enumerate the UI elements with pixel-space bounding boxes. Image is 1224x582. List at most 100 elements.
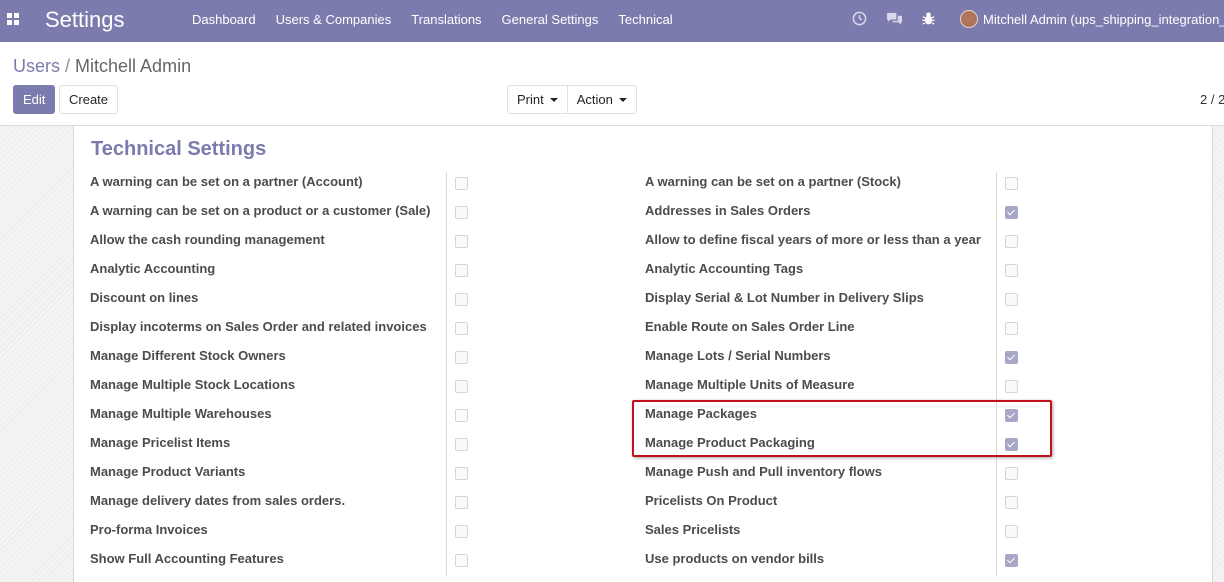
setting-checkbox[interactable] xyxy=(455,467,468,480)
setting-row: Display Serial & Lot Number in Delivery … xyxy=(645,289,1021,318)
setting-label: Manage Product Variants xyxy=(90,464,246,479)
setting-checkbox[interactable] xyxy=(1005,264,1018,277)
setting-label: Allow to define fiscal years of more or … xyxy=(645,232,981,247)
activity-clock-icon[interactable] xyxy=(852,11,867,26)
setting-row: Allow the cash rounding management xyxy=(90,231,471,260)
setting-row: Manage Multiple Stock Locations xyxy=(90,376,471,405)
setting-row: A warning can be set on a partner (Accou… xyxy=(90,173,471,202)
create-button[interactable]: Create xyxy=(59,85,119,114)
setting-checkbox[interactable] xyxy=(455,235,468,248)
setting-row: Analytic Accounting Tags xyxy=(645,260,1021,289)
setting-checkbox[interactable] xyxy=(455,496,468,509)
setting-checkbox[interactable] xyxy=(1005,380,1018,393)
user-avatar xyxy=(960,10,978,28)
menu-general-settings[interactable]: General Settings xyxy=(492,0,609,42)
action-dropdown-button[interactable]: Action xyxy=(567,85,637,114)
breadcrumb-separator: / xyxy=(65,56,71,76)
setting-label: A warning can be set on a partner (Stock… xyxy=(645,174,901,189)
apps-grid-icon[interactable] xyxy=(7,13,20,26)
setting-label: Manage Multiple Warehouses xyxy=(90,406,272,421)
setting-label: Pricelists On Product xyxy=(645,493,778,508)
setting-row: Use products on vendor bills xyxy=(645,550,1021,579)
highlight-annotation-box xyxy=(632,400,1052,457)
setting-row: Analytic Accounting xyxy=(90,260,471,289)
breadcrumb: Users / Mitchell Admin xyxy=(13,55,191,77)
setting-label: Show Full Accounting Features xyxy=(90,551,284,566)
setting-checkbox[interactable] xyxy=(455,264,468,277)
setting-row: Manage Pricelist Items xyxy=(90,434,471,463)
setting-label: Display incoterms on Sales Order and rel… xyxy=(90,319,427,334)
setting-label: Enable Route on Sales Order Line xyxy=(645,319,855,334)
setting-row: Manage Different Stock Owners xyxy=(90,347,471,376)
setting-row: Show Full Accounting Features xyxy=(90,550,471,579)
menu-technical[interactable]: Technical xyxy=(608,0,682,42)
breadcrumb-users-link[interactable]: Users xyxy=(13,56,60,76)
edit-button[interactable]: Edit xyxy=(13,85,56,114)
setting-checkbox[interactable] xyxy=(1005,322,1018,335)
setting-row: A warning can be set on a product or a c… xyxy=(90,202,471,231)
setting-row: Manage Lots / Serial Numbers xyxy=(645,347,1021,376)
setting-row: Manage Product Variants xyxy=(90,463,471,492)
setting-label: Manage Pricelist Items xyxy=(90,435,231,450)
setting-row: Display incoterms on Sales Order and rel… xyxy=(90,318,471,347)
setting-label: Manage Different Stock Owners xyxy=(90,348,286,363)
setting-checkbox[interactable] xyxy=(455,322,468,335)
setting-label: Use products on vendor bills xyxy=(645,551,825,566)
setting-label: Sales Pricelists xyxy=(645,522,741,537)
setting-checkbox[interactable] xyxy=(1005,351,1018,364)
print-action-group: Print Action xyxy=(507,85,637,114)
setting-row: Discount on lines xyxy=(90,289,471,318)
setting-row: A warning can be set on a partner (Stock… xyxy=(645,173,1021,202)
setting-row: Sales Pricelists xyxy=(645,521,1021,550)
action-label: Action xyxy=(576,92,613,107)
setting-label: Allow the cash rounding management xyxy=(90,232,325,247)
setting-checkbox[interactable] xyxy=(455,293,468,306)
setting-checkbox[interactable] xyxy=(1005,235,1018,248)
user-name-label: Mitchell Admin (ups_shipping_integration… xyxy=(983,11,1224,27)
setting-checkbox[interactable] xyxy=(455,525,468,538)
menu-users-companies[interactable]: Users & Companies xyxy=(266,0,402,42)
setting-checkbox[interactable] xyxy=(1005,525,1018,538)
section-title: Technical Settings xyxy=(91,138,267,160)
setting-checkbox[interactable] xyxy=(455,351,468,364)
setting-label: Manage delivery dates from sales orders. xyxy=(90,493,346,508)
setting-checkbox[interactable] xyxy=(455,177,468,190)
setting-checkbox[interactable] xyxy=(1005,177,1018,190)
setting-checkbox[interactable] xyxy=(1005,554,1018,567)
top-navbar: Settings Dashboard Users & Companies Tra… xyxy=(0,0,1224,42)
setting-checkbox[interactable] xyxy=(455,554,468,567)
print-label: Print xyxy=(517,92,544,107)
menu-translations[interactable]: Translations xyxy=(401,0,491,42)
setting-label: Manage Multiple Units of Measure xyxy=(645,377,855,392)
setting-checkbox[interactable] xyxy=(1005,496,1018,509)
messaging-chat-icon[interactable] xyxy=(886,11,903,26)
setting-checkbox[interactable] xyxy=(455,438,468,451)
debug-bug-icon[interactable] xyxy=(921,11,936,26)
setting-row: Addresses in Sales Orders xyxy=(645,202,1021,231)
setting-row: Allow to define fiscal years of more or … xyxy=(645,231,1021,260)
setting-label: Manage Multiple Stock Locations xyxy=(90,377,296,392)
setting-row: Enable Route on Sales Order Line xyxy=(645,318,1021,347)
breadcrumb-current: Mitchell Admin xyxy=(75,56,192,76)
setting-checkbox[interactable] xyxy=(455,380,468,393)
user-menu[interactable]: Mitchell Admin (ups_shipping_integration… xyxy=(960,10,1224,28)
setting-label: A warning can be set on a partner (Accou… xyxy=(90,174,363,189)
setting-label: Analytic Accounting Tags xyxy=(645,261,804,276)
setting-label: Analytic Accounting xyxy=(90,261,216,276)
setting-row: Manage Multiple Warehouses xyxy=(90,405,471,434)
print-dropdown-button[interactable]: Print xyxy=(507,85,568,114)
setting-row: Manage delivery dates from sales orders. xyxy=(90,492,471,521)
menu-dashboard[interactable]: Dashboard xyxy=(182,0,266,42)
setting-checkbox[interactable] xyxy=(455,409,468,422)
setting-checkbox[interactable] xyxy=(455,206,468,219)
setting-label: A warning can be set on a product or a c… xyxy=(90,203,431,218)
setting-label: Manage Lots / Serial Numbers xyxy=(645,348,831,363)
setting-label: Pro-forma Invoices xyxy=(90,522,208,537)
setting-checkbox[interactable] xyxy=(1005,467,1018,480)
pager-counter[interactable]: 2 / 2 xyxy=(1200,92,1224,107)
app-brand: Settings xyxy=(45,7,125,32)
setting-checkbox[interactable] xyxy=(1005,206,1018,219)
setting-label: Discount on lines xyxy=(90,290,199,305)
setting-checkbox[interactable] xyxy=(1005,293,1018,306)
caret-down-icon xyxy=(549,98,558,102)
